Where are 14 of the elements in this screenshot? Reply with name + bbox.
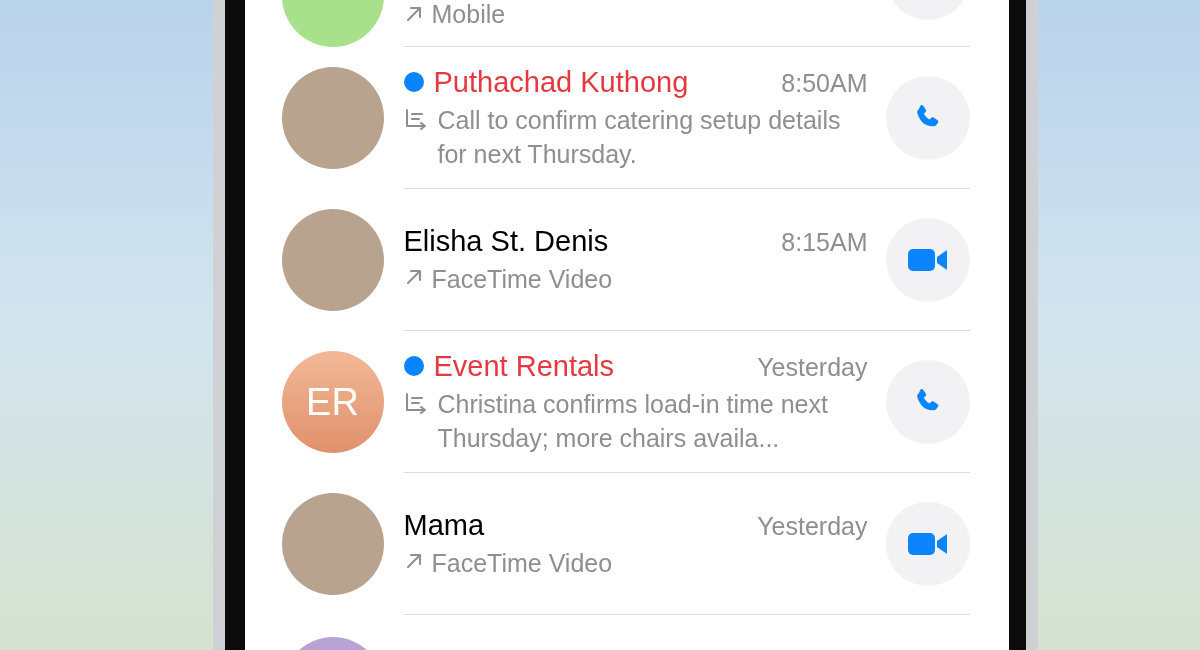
contact-name: Elisha St. Denis — [403, 224, 609, 260]
contact-name: Mama — [403, 508, 485, 544]
call-time: Yesterday — [757, 511, 868, 543]
call-detail: FaceTime Video — [431, 263, 613, 295]
call-detail: FaceTime Video — [431, 547, 613, 579]
call-time: 8:15AM — [781, 227, 868, 259]
call-time: Yesterday — [757, 352, 868, 384]
contact-name: Event Rentals — [433, 349, 615, 385]
initials-avatar: ER — [281, 351, 384, 453]
contact-name: Puthachad Kuthong — [433, 65, 689, 101]
call-detail: Call to confirm catering setup details for next Thursday. — [437, 104, 842, 170]
call-detail: Christina confirms load-in time next Thursday; more chairs availa... — [437, 388, 829, 454]
call-detail: Mobile — [431, 0, 506, 28]
call-time: 8:50AM — [781, 68, 868, 100]
